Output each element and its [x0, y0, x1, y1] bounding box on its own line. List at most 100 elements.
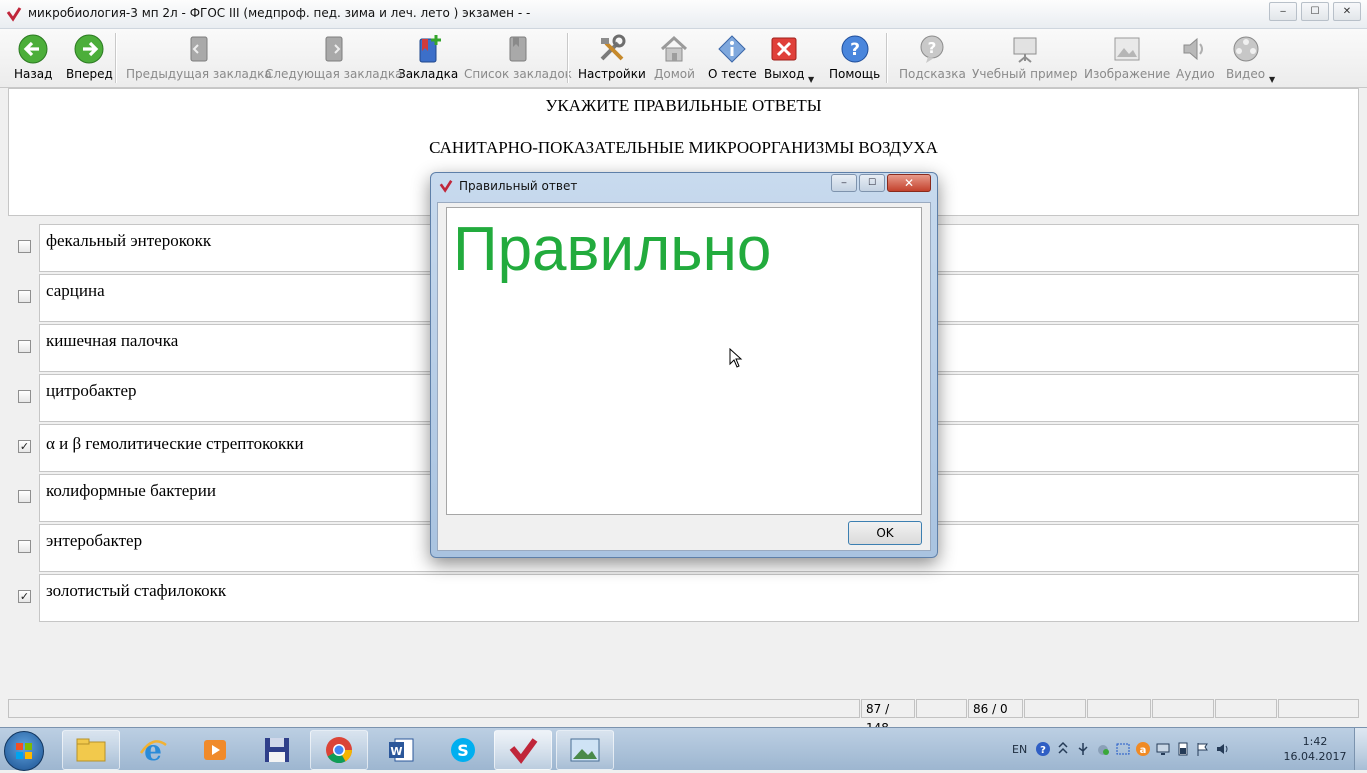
taskbar-internet-explorer[interactable]: e — [124, 730, 182, 770]
svg-text:?: ? — [850, 40, 860, 60]
bookmark-prev-icon — [190, 36, 208, 62]
exit-dropdown-caret-icon[interactable]: ▼ — [808, 75, 814, 84]
ok-button[interactable]: OK — [848, 521, 922, 545]
answer-checkbox-checked[interactable]: ✓ — [18, 590, 31, 603]
question-instruction: УКАЖИТЕ ПРАВИЛЬНЫЕ ОТВЕТЫ — [545, 96, 822, 115]
presentation-icon — [1013, 37, 1037, 63]
status-cell — [916, 699, 967, 718]
main-toolbar: Назад Вперед Предыдущая закладка Следующ… — [0, 29, 1367, 88]
video-button[interactable]: Видео — [1226, 33, 1265, 85]
bookmark-button[interactable]: Закладка — [398, 33, 458, 85]
status-bar: 87 / 148 86 / 0 — [8, 699, 1359, 735]
svg-text:W: W — [390, 745, 402, 758]
avast-tray-icon[interactable]: a — [1135, 741, 1151, 757]
taskbar-image-viewer[interactable] — [556, 730, 614, 770]
dialog-close-button[interactable]: ✕ — [887, 174, 931, 192]
svg-text:S: S — [457, 741, 469, 760]
question-progress: 87 / 148 — [861, 699, 915, 735]
answer-checkbox[interactable] — [18, 240, 31, 253]
answer-checkbox[interactable] — [18, 340, 31, 353]
arrow-left-icon — [18, 34, 48, 64]
window-title: микробиология-3 мп 2л - ФГОС III (медпро… — [28, 6, 531, 20]
save-disk-icon — [265, 738, 289, 762]
image-icon — [1114, 37, 1140, 61]
action-center-flag-icon[interactable] — [1195, 741, 1211, 757]
image-viewer-icon — [570, 738, 600, 762]
dialog-message-area: Правильно — [446, 207, 922, 515]
close-button[interactable]: ✕ — [1333, 2, 1361, 21]
cloud-sync-tray-icon[interactable] — [1095, 741, 1111, 757]
svg-text:?: ? — [1040, 745, 1046, 756]
taskbar-clock[interactable]: 1:42 16.04.2017 — [1280, 734, 1350, 764]
language-indicator[interactable]: EN — [1012, 743, 1027, 756]
taskbar-explorer[interactable] — [62, 730, 120, 770]
about-test-button[interactable]: О тесте — [708, 33, 757, 85]
status-cell — [8, 699, 860, 718]
answer-text: кишечная палочка — [46, 331, 179, 350]
dialog-maximize-button[interactable]: ☐ — [859, 174, 885, 192]
answer-checkbox[interactable] — [18, 490, 31, 503]
expand-tray-icon[interactable] — [1055, 741, 1071, 757]
answer-row[interactable]: ✓ золотистый стафилококк — [0, 574, 1367, 622]
maximize-button[interactable]: ☐ — [1301, 2, 1329, 21]
question-text: САНИТАРНО-ПОКАЗАТЕЛЬНЫЕ МИКРООРГАНИЗМЫ В… — [429, 138, 938, 157]
app-logo-icon — [6, 7, 22, 22]
clock-time: 1:42 — [1302, 735, 1328, 748]
home-button[interactable]: Домой — [654, 33, 695, 85]
svg-text:?: ? — [928, 39, 937, 57]
taskbar: e W S EN ? a 1:42 16.04.2017 — [0, 727, 1367, 771]
explorer-icon — [76, 738, 106, 762]
correct-answer-dialog: Правильный ответ ‒ ☐ ✕ Правильно OK — [430, 172, 938, 558]
chrome-icon — [326, 737, 353, 764]
bookmark-list-icon — [509, 36, 527, 62]
snipping-tray-icon[interactable] — [1115, 741, 1131, 757]
help-tray-icon[interactable]: ? — [1035, 741, 1051, 757]
taskbar-save-app[interactable] — [248, 730, 306, 770]
help-button[interactable]: ? Помощь — [829, 33, 880, 85]
status-cell — [1087, 699, 1151, 718]
battery-tray-icon[interactable] — [1175, 741, 1191, 757]
bookmark-list-button[interactable]: Список закладок — [464, 33, 572, 85]
audio-button[interactable]: Аудио — [1176, 33, 1215, 85]
word-icon: W — [389, 738, 414, 762]
taskbar-skype[interactable]: S — [434, 730, 492, 770]
forward-button[interactable]: Вперед — [66, 33, 113, 85]
answer-checkbox[interactable] — [18, 540, 31, 553]
answer-checkbox[interactable] — [18, 390, 31, 403]
hint-button[interactable]: ? Подсказка — [899, 33, 966, 85]
answer-text: золотистый стафилококк — [46, 581, 227, 600]
taskbar-test-app[interactable] — [494, 730, 552, 770]
settings-button[interactable]: Настройки — [578, 33, 646, 85]
image-button[interactable]: Изображение — [1084, 33, 1170, 85]
training-example-button[interactable]: Учебный пример — [972, 33, 1077, 85]
mouse-cursor-icon — [729, 348, 743, 368]
windows-logo-icon — [16, 743, 32, 759]
audio-icon — [1183, 37, 1204, 61]
exit-button[interactable]: Выход — [764, 33, 804, 85]
show-desktop-button[interactable] — [1354, 728, 1367, 770]
previous-bookmark-button[interactable]: Предыдущая закладка — [126, 33, 272, 85]
skype-icon: S — [451, 738, 475, 762]
taskbar-chrome[interactable] — [310, 730, 368, 770]
answer-checkbox-checked[interactable]: ✓ — [18, 440, 31, 453]
next-bookmark-button[interactable]: Следующая закладка — [265, 33, 403, 85]
start-button[interactable] — [4, 731, 44, 771]
status-cell — [1215, 699, 1277, 718]
dialog-minimize-button[interactable]: ‒ — [831, 174, 857, 192]
bookmark-add-icon — [419, 35, 442, 63]
clock-date: 16.04.2017 — [1283, 750, 1347, 763]
internet-explorer-icon: e — [139, 735, 167, 765]
back-button[interactable]: Назад — [14, 33, 52, 85]
usb-tray-icon[interactable] — [1075, 741, 1091, 757]
taskbar-word[interactable]: W — [372, 730, 430, 770]
answer-checkbox[interactable] — [18, 290, 31, 303]
answer-text: колиформные бактерии — [46, 481, 216, 500]
arrow-right-icon — [74, 34, 104, 64]
test-app-icon — [509, 738, 538, 764]
volume-tray-icon[interactable] — [1215, 741, 1231, 757]
window-titlebar: микробиология-3 мп 2л - ФГОС III (медпро… — [0, 0, 1367, 29]
video-dropdown-caret-icon[interactable]: ▼ — [1269, 75, 1275, 84]
taskbar-media-player[interactable] — [186, 730, 244, 770]
minimize-button[interactable]: ‒ — [1269, 2, 1297, 21]
monitor-tray-icon[interactable] — [1155, 741, 1171, 757]
